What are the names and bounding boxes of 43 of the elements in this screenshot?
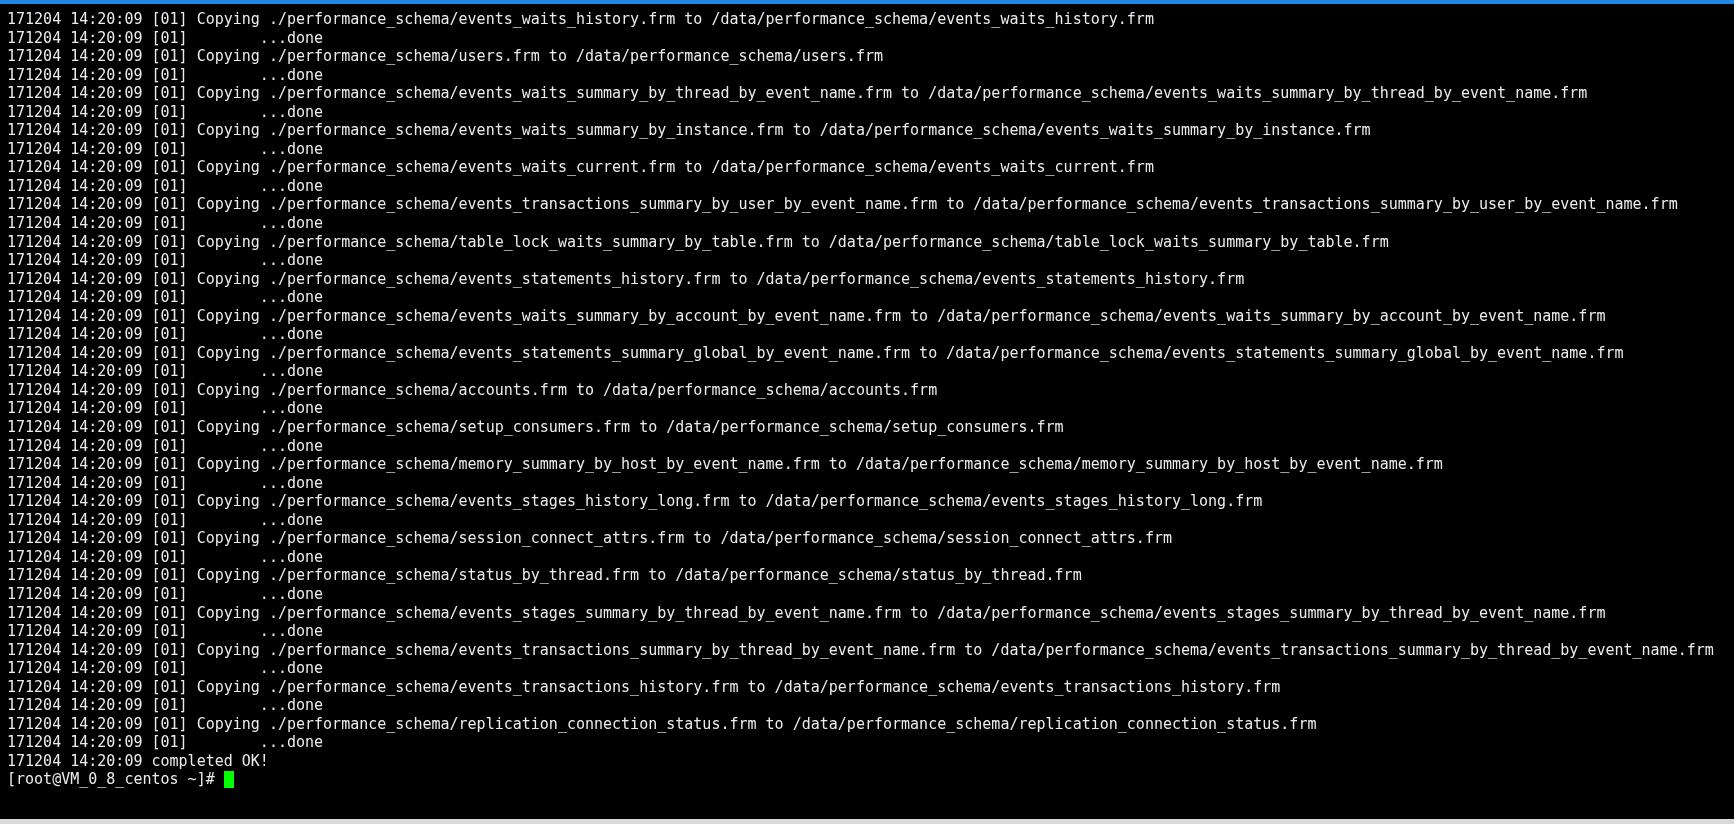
terminal-line: 171204 14:20:09 [01] ...done: [7, 214, 324, 233]
terminal-line: 171204 14:20:09 [01] Copying ./performance_schema/events_stages_history_long.frm to /data/performance_schema/events_stages_history_long.frm: [7, 492, 1263, 511]
terminal-line: 171204 14:20:09 [01] ...done: [7, 28, 324, 48]
terminal-line: 171204 14:20:09 [01] Copying ./performance_schema/users.frm to /data/performance_schema/users.frm: [7, 47, 883, 66]
terminal-line: 171204 14:20:09 [01] Copying ./performance_schema/events_transactions_summary_by_thread_by_event_name.frm to /data/performance_schema/events_transactions_summary_by_thread_by_event_name.frm: [7, 640, 1714, 660]
terminal-line: 171204 14:20:09 [01] Copying ./performance_schema/session_connect_attrs.frm to /data/performance_schema/session_connect_attrs.frm: [7, 529, 1172, 548]
terminal-line: 171204 14:20:09 [01] Copying ./performance_schema/memory_summary_by_host_by_event_name.frm to /data/performance_schema/memory_summary_by_host_by_event_name.frm: [7, 455, 1443, 474]
terminal-line: 171204 14:20:09 [01] Copying ./performance_schema/events_stages_summary_by_thread_by_event_name.frm to /data/performance_schema/events_stages_summary_by_thread_by_event_name.frm: [7, 603, 1606, 623]
terminal-line: 171204 14:20:09 [01] ...done: [7, 659, 324, 678]
terminal-line: 171204 14:20:09 [01] Copying ./performance_schema/events_waits_current.frm to /data/performance_schema/events_waits_current.frm: [7, 158, 1154, 177]
terminal-line: 171204 14:20:09 [01] ...done: [7, 584, 324, 604]
terminal-line: 171204 14:20:09 [01] Copying ./performance_schema/status_by_thread.frm to /data/performance_schema/status_by_thread.frm: [7, 566, 1082, 585]
terminal-line: 171204 14:20:09 [01] Copying ./performance_schema/events_waits_history.frm to /data/performance_schema/events_waits_history.frm: [7, 10, 1154, 29]
terminal-line: 171204 14:20:09 completed OK!: [7, 751, 269, 771]
terminal-line: 171204 14:20:09 [01] Copying ./performance_schema/table_lock_waits_summary_by_table.frm to /data/performance_schema/table_lock_waits_summary_by_table.frm: [7, 232, 1389, 252]
terminal-line: 171204 14:20:09 [01] ...done: [7, 399, 324, 419]
text-cursor: [223, 771, 234, 789]
terminal-line: 171204 14:20:09 [01] Copying ./performance_schema/events_statements_history.frm to /data/performance_schema/events_statements_history.frm: [7, 269, 1245, 289]
terminal-line: 171204 14:20:09 [01] Copying ./performance_schema/events_statements_summary_global_by_event_name.frm to /data/performance_schema/events_statements_summary_global_by_event_name.frm: [7, 343, 1624, 363]
terminal-line: 171204 14:20:09 [01] ...done: [7, 733, 324, 752]
shell-prompt: [root@VM_0_8_centos ~]#: [7, 770, 215, 789]
terminal-line: 171204 14:20:09 [01] Copying ./performance_schema/accounts.frm to /data/performance_schema/accounts.frm: [7, 380, 938, 400]
terminal-line: 171204 14:20:09 [01] ...done: [7, 547, 324, 567]
terminal-line: 171204 14:20:09 [01] Copying ./performance_schema/events_waits_summary_by_thread_by_event_name.frm to /data/performance_schema/events_waits_summary_by_thread_by_event_name.frm: [7, 84, 1588, 103]
terminal-line: 171204 14:20:09 [01] ...done: [7, 510, 324, 530]
terminal-line: 171204 14:20:09 [01] ...done: [7, 65, 324, 85]
terminal-line: 171204 14:20:09 [01] Copying ./performance_schema/setup_consumers.frm to /data/performance_schema/setup_consumers.frm: [7, 418, 1064, 437]
terminal-line: 171204 14:20:09 [01] ...done: [7, 251, 324, 270]
terminal-line: 171204 14:20:09 [01] Copying ./performance_schema/events_waits_summary_by_instance.frm to /data/performance_schema/events_waits_summary_by_instance.frm: [7, 121, 1371, 140]
terminal-line: 171204 14:20:09 [01] Copying ./performance_schema/events_transactions_summary_by_user_by_event_name.frm to /data/performance_schema/events_transactions_summary_by_user_by_event_name.frm: [7, 195, 1678, 214]
terminal-line: 171204 14:20:09 [01] ...done: [7, 362, 324, 381]
terminal-line: 171204 14:20:09 [01] ...done: [7, 325, 324, 344]
terminal-line: 171204 14:20:09 [01] ...done: [7, 696, 324, 715]
terminal-line: 171204 14:20:09 [01] ...done: [7, 139, 324, 159]
terminal-line: 171204 14:20:09 [01] ...done: [7, 473, 324, 493]
terminal-line: 171204 14:20:09 [01] Copying ./performance_schema/events_transactions_history.frm to /data/performance_schema/events_transactions_history.frm: [7, 677, 1281, 697]
terminal-line: 171204 14:20:09 [01] ...done: [7, 176, 324, 196]
terminal-line: 171204 14:20:09 [01] ...done: [7, 102, 324, 122]
terminal-line: 171204 14:20:09 [01] ...done: [7, 436, 324, 456]
terminal-line: 171204 14:20:09 [01] Copying ./performance_schema/replication_connection_status.frm to /data/performance_schema/replication_connection_status.frm: [7, 714, 1317, 734]
terminal-line: 171204 14:20:09 [01] ...done: [7, 622, 324, 641]
terminal-line: 171204 14:20:09 [01] ...done: [7, 288, 324, 307]
terminal-line: 171204 14:20:09 [01] Copying ./performance_schema/events_waits_summary_by_account_by_event_name.frm to /data/performance_schema/events_waits_summary_by_account_by_event_name.frm: [7, 306, 1606, 326]
